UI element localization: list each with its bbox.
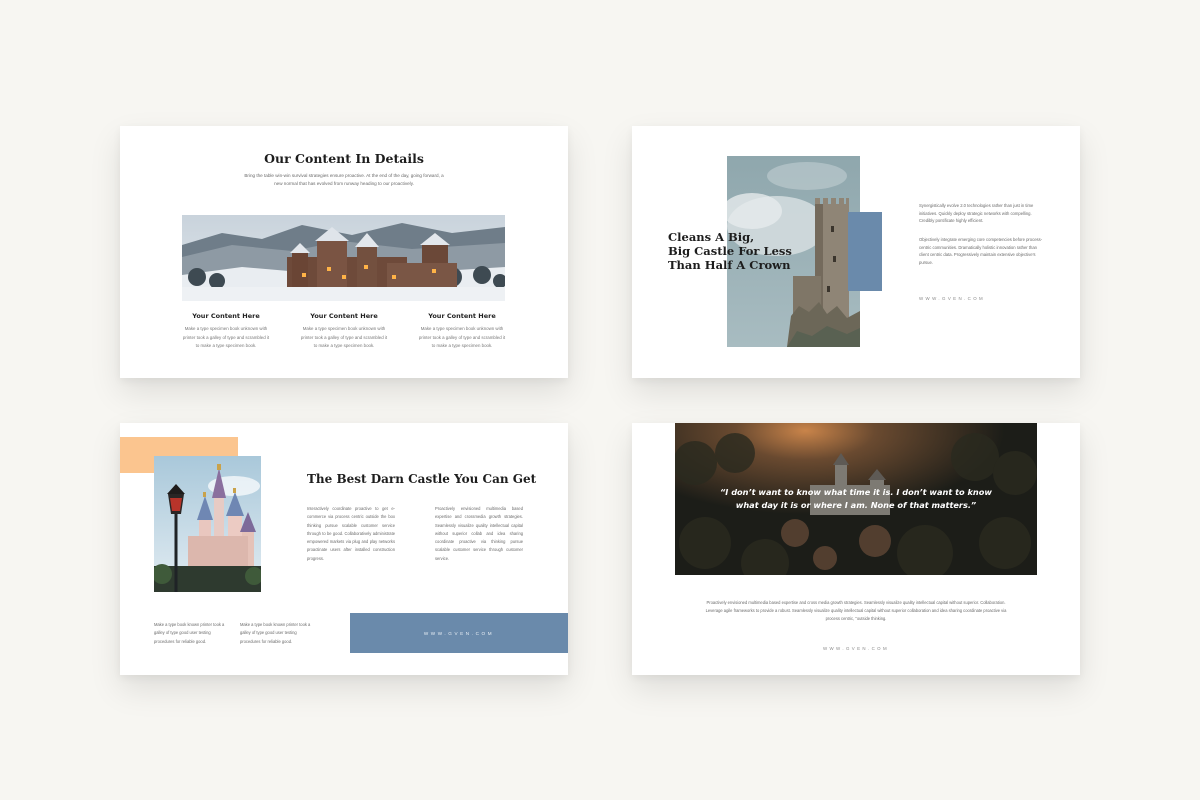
snowy-castle-image — [182, 215, 505, 301]
title-line: Cleans A Big, — [668, 230, 755, 244]
body-column-right: Proactively envisioned multimedia based … — [435, 506, 523, 561]
slide-big-castle[interactable]: Cleans A Big, Big Castle For Less Than H… — [632, 126, 1080, 378]
website-url: WWW.GVEN.COM — [919, 296, 986, 301]
caption-left: Make a type book known printer took a ga… — [154, 622, 225, 644]
content-column-3: Your Content Here Make a type specimen b… — [418, 312, 506, 351]
slide-quote[interactable]: “I don’t want to know what time it is. I… — [632, 423, 1080, 675]
body-column-left: Interactively coordinate proactive to ge… — [307, 506, 395, 561]
column-heading: Your Content Here — [310, 312, 378, 320]
body-paragraph: Proactively envisioned multimedia based … — [705, 600, 1007, 621]
website-url: WWW.GVEN.COM — [423, 630, 495, 636]
slide-title: The Best Darn Castle You Can Get — [307, 472, 537, 486]
quote-text: “I don’t want to know what time it is. I… — [720, 487, 992, 510]
content-column-1: Your Content Here Make a type specimen b… — [182, 312, 270, 351]
paragraph-2: Objectively integrate emerging core comp… — [919, 237, 1043, 265]
slide-title: Cleans A Big, Big Castle For Less Than H… — [668, 230, 808, 272]
slide-subtitle: Bring the table win-win survival strateg… — [244, 173, 444, 187]
slide-title: Our Content In Details — [264, 151, 424, 166]
accent-block — [848, 212, 882, 291]
slide-content-details[interactable]: Our Content In Details Bring the table w… — [120, 126, 568, 378]
title-line: Than Half A Crown — [668, 258, 791, 272]
column-heading: Your Content Here — [192, 312, 260, 320]
title-line: Big Castle For Less — [668, 244, 792, 258]
column-body: Make a type specimen book unknown with p… — [418, 326, 506, 349]
column-body: Make a type specimen book unknown with p… — [300, 326, 388, 349]
slide-best-castle[interactable]: The Best Darn Castle You Can Get Interac… — [120, 423, 568, 675]
paragraph-1: Synergistically evolve 2.0 technologies … — [919, 203, 1034, 224]
column-body: Make a type specimen book unknown with p… — [182, 326, 270, 349]
url-bar: WWW.GVEN.COM — [350, 613, 568, 653]
fairytale-castle-image — [154, 456, 261, 592]
column-heading: Your Content Here — [428, 312, 496, 320]
content-column-2: Your Content Here Make a type specimen b… — [300, 312, 388, 351]
caption-right: Make a type book known printer took a ga… — [240, 622, 311, 644]
website-url: WWW.GVEN.COM — [822, 646, 890, 651]
